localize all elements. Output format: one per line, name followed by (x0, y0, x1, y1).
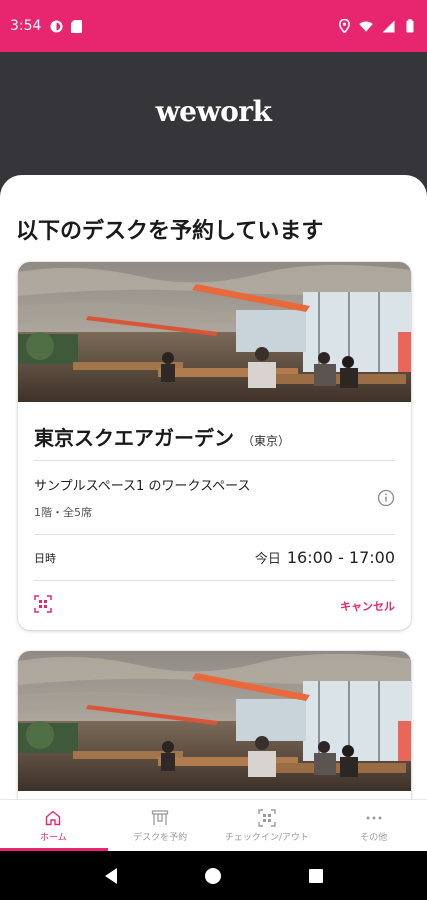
home-system-button[interactable] (203, 866, 223, 886)
booking-time-range: 16:00 - 17:00 (286, 548, 395, 567)
tab-home[interactable]: ホーム (0, 800, 108, 851)
home-icon (46, 810, 61, 825)
app-header: wework (0, 52, 427, 192)
tab-more-label: その他 (360, 832, 388, 843)
cancel-button[interactable]: キャンセル (340, 598, 395, 614)
notification-app-icon (49, 19, 63, 33)
space-detail: 1階・全5席 (34, 506, 92, 519)
status-bar: 3:54 (0, 0, 427, 52)
divider (34, 534, 395, 535)
location-heading: 東京スクエアガーデン （東京） (34, 422, 290, 451)
datetime-label: 日時 (34, 552, 56, 565)
location-icon (337, 19, 351, 33)
divider (34, 580, 395, 581)
datetime-value: 今日 16:00 - 17:00 (255, 548, 395, 567)
tab-checkin-out[interactable]: チェックイン/アウト (214, 800, 321, 851)
home-circle-icon (205, 867, 222, 884)
tab-more[interactable]: その他 (320, 800, 427, 851)
location-city: （東京） (242, 434, 291, 448)
battery-icon (403, 19, 417, 33)
qr-scan-icon[interactable] (34, 595, 52, 613)
qr-scan-icon (258, 808, 276, 827)
back-icon (105, 867, 118, 884)
more-icon (366, 816, 382, 819)
page-title: 以下のデスクを予約しています (16, 219, 324, 244)
tab-checkin-out-label: チェックイン/アウト (224, 832, 309, 843)
space-name: サンプルスペース1 のワークスペース (34, 479, 251, 494)
status-notification-icons (49, 19, 83, 33)
tab-home-label: ホーム (40, 832, 67, 843)
signal-icon (381, 19, 395, 33)
booking-day: 今日 (254, 552, 281, 567)
system-nav-bar (0, 851, 427, 900)
sim-card-icon (69, 19, 83, 33)
divider (34, 460, 395, 461)
main-sheet: 以下のデスクを予約しています 東京スクエアガーデン （東京） サンプルスペース1… (0, 175, 427, 799)
status-system-icons (337, 19, 417, 33)
workspace-photo (18, 262, 411, 402)
bottom-nav: ホーム デスクを予約 チェックイン/アウト その他 (0, 799, 427, 851)
desk-icon (151, 809, 169, 825)
info-icon[interactable] (377, 489, 395, 507)
wework-logo: wework (155, 94, 272, 128)
back-button[interactable] (101, 866, 121, 886)
status-time: 3:54 (10, 18, 42, 34)
recents-button[interactable] (306, 866, 326, 886)
workspace-photo (18, 651, 411, 791)
wifi-icon (359, 19, 373, 33)
recents-icon (308, 868, 323, 883)
location-name: 東京スクエアガーデン (34, 426, 234, 450)
tab-book-desk[interactable]: デスクを予約 (107, 800, 214, 851)
booking-card[interactable]: 東京スクエアガーデン （東京） サンプルスペース1 のワークスペース 1階・全5… (18, 262, 411, 630)
tab-book-desk-label: デスクを予約 (133, 832, 188, 843)
booking-card[interactable] (18, 651, 411, 799)
